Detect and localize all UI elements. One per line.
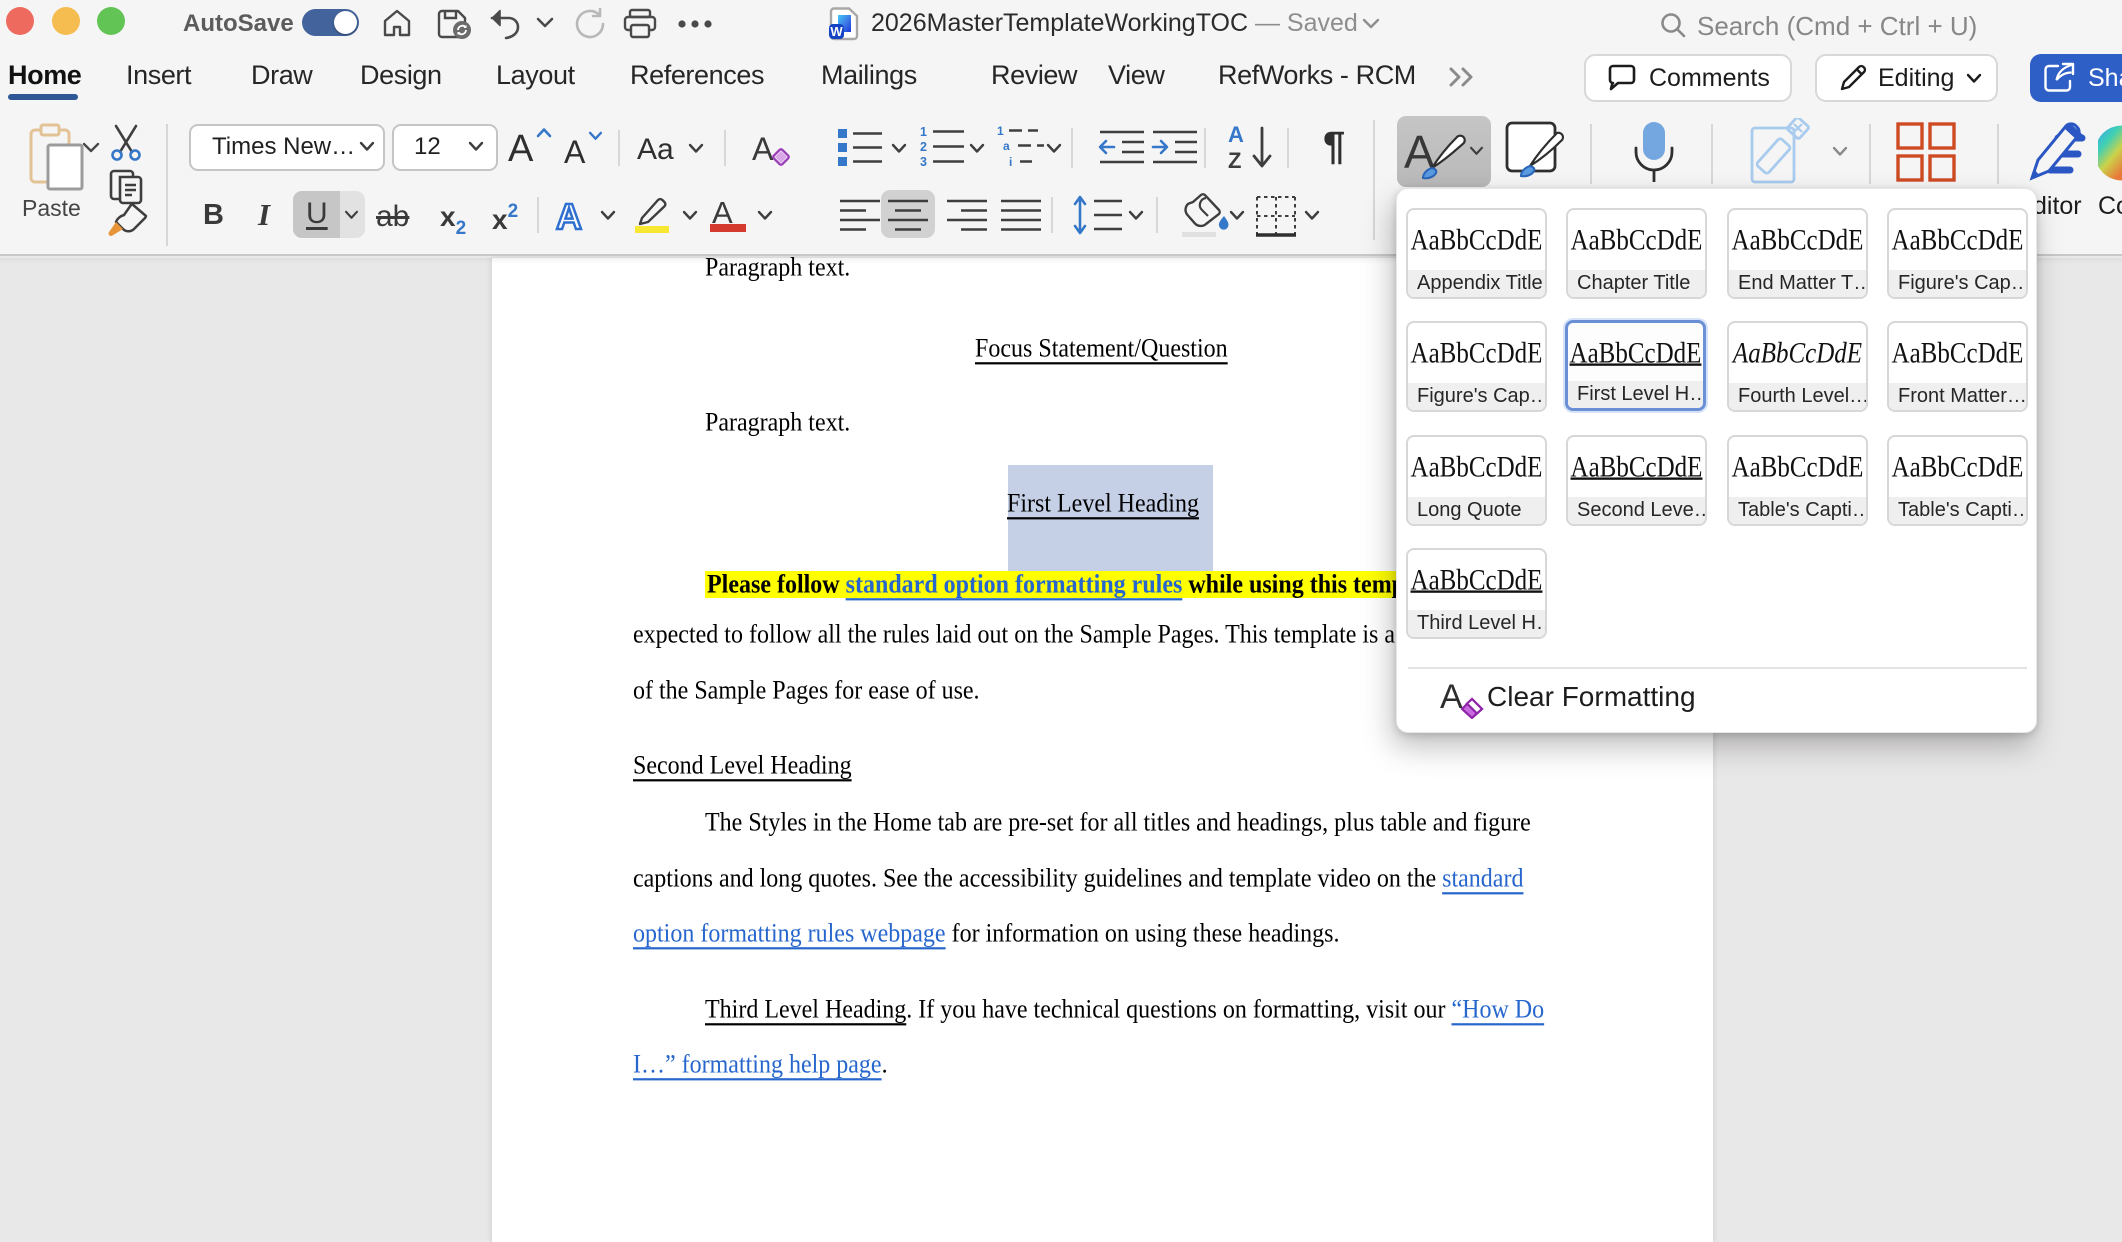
svg-text:W: W [830, 24, 843, 39]
svg-text:1: 1 [997, 124, 1004, 138]
svg-text:Z: Z [1228, 148, 1241, 172]
svg-text:a: a [1003, 139, 1010, 153]
svg-text:1: 1 [920, 125, 927, 139]
svg-text:3: 3 [920, 155, 927, 169]
svg-text:A: A [1228, 124, 1244, 147]
svg-text:i: i [1009, 155, 1012, 169]
svg-text:2: 2 [920, 140, 927, 154]
